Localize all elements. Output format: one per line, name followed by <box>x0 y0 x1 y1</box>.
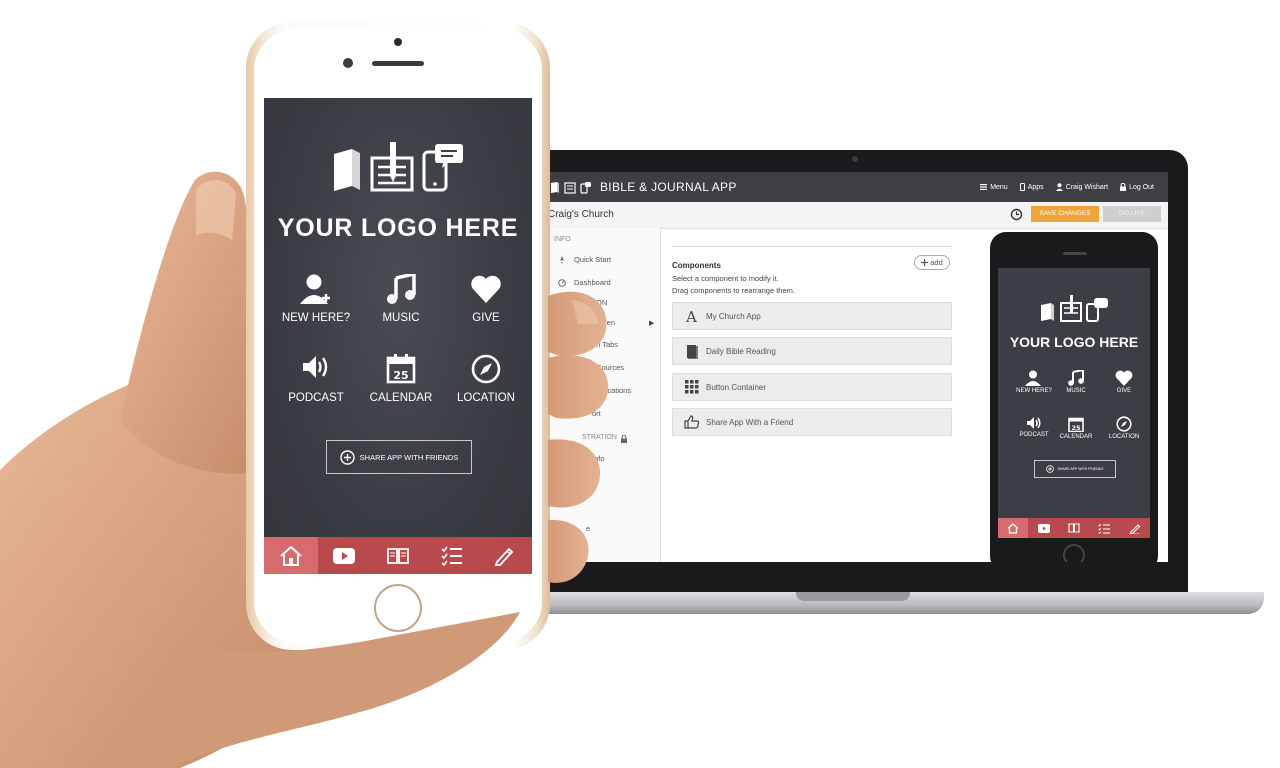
hand-lower-palm <box>120 612 520 768</box>
finger-2 <box>548 355 609 419</box>
finger-3 <box>548 439 601 508</box>
hand-fingers <box>120 291 609 768</box>
finger-4 <box>548 519 589 583</box>
